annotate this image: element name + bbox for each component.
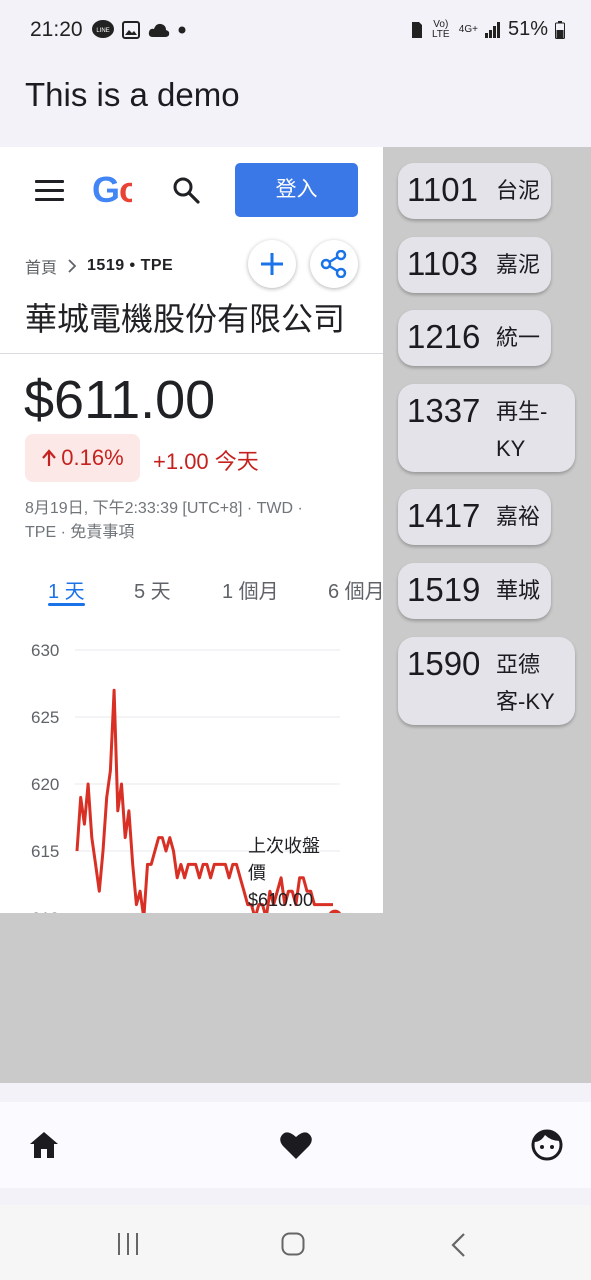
network-indicator: 4G+ xyxy=(458,24,478,35)
volte-indicator: Vo) LTE xyxy=(431,18,450,40)
signal-icon xyxy=(484,21,500,38)
breadcrumb-ticker: 1519 • TPE xyxy=(87,257,174,274)
stock-code: 1101 xyxy=(407,171,478,208)
image-icon xyxy=(122,21,140,39)
previous-close-label: $610.00 xyxy=(248,890,313,910)
price-chart[interactable]: 630 625 620 615 610 上次收盤價 $610.00 xyxy=(0,627,383,913)
app-title: This is a demo xyxy=(25,76,240,113)
clock: 21:20 xyxy=(30,18,83,41)
share-button[interactable] xyxy=(310,240,358,288)
change-percent-badge: 0.16% xyxy=(25,434,140,482)
heart-icon[interactable] xyxy=(279,1130,313,1160)
recents-icon[interactable] xyxy=(116,1232,140,1256)
menu-icon[interactable] xyxy=(35,180,64,202)
plus-icon xyxy=(261,253,283,275)
follow-button[interactable] xyxy=(248,240,296,288)
svg-text:LINE: LINE xyxy=(96,28,109,34)
last-price-point xyxy=(328,909,342,913)
meta-line-2[interactable]: TPE · 免責事項 xyxy=(25,521,355,545)
system-navigation-bar xyxy=(0,1205,591,1280)
stock-button-1337[interactable]: 1337 再生-KY xyxy=(398,384,575,472)
bottom-navigation xyxy=(0,1102,591,1188)
meta-line-1: 8月19日, 下午2:33:39 [UTC+8] · TWD · xyxy=(25,500,303,517)
previous-close-label: 價 xyxy=(248,863,266,883)
stock-code: 1590 xyxy=(407,645,481,682)
stock-button-1216[interactable]: 1216 統一 xyxy=(398,310,551,366)
y-tick-label: 610 xyxy=(31,909,59,913)
share-icon xyxy=(320,250,347,278)
stock-code: 1417 xyxy=(407,497,481,534)
content-area: Go 登入 首頁 1519 • TPE 華城電機股份有限公司 $611.00 0… xyxy=(0,147,591,1083)
y-tick-label: 620 xyxy=(31,775,59,794)
google-finance-webview[interactable]: Go 登入 首頁 1519 • TPE 華城電機股份有限公司 $611.00 0… xyxy=(0,147,383,913)
stock-button-1519[interactable]: 1519 華城 xyxy=(398,563,551,619)
stock-name: 嘉裕 xyxy=(496,504,541,529)
sim-icon xyxy=(411,21,422,38)
divider xyxy=(0,353,383,354)
y-tick-label: 625 xyxy=(31,708,59,727)
google-header: Go 登入 xyxy=(0,147,383,237)
stock-button-1103[interactable]: 1103 嘉泥 xyxy=(398,237,551,293)
active-tab-indicator xyxy=(48,603,85,606)
chevron-right-icon xyxy=(68,259,77,273)
home-icon[interactable] xyxy=(28,1130,60,1160)
stock-code: 1103 xyxy=(407,245,478,282)
tab-6-month[interactable]: 6 個月 xyxy=(328,575,383,604)
change-percent: 0.16% xyxy=(61,445,124,470)
stock-code: 1519 xyxy=(407,571,481,608)
face-icon[interactable] xyxy=(531,1129,563,1161)
google-logo[interactable]: Go xyxy=(92,169,132,209)
stock-name: 亞德客-KY xyxy=(496,652,555,714)
stock-name: 華城 xyxy=(496,578,541,603)
battery-icon xyxy=(555,20,565,39)
company-name: 華城電機股份有限公司 xyxy=(25,301,346,337)
line-app-icon: LINE xyxy=(92,20,114,38)
dot-icon xyxy=(178,26,186,34)
stock-code: 1337 xyxy=(407,392,481,429)
stock-name: 嘉泥 xyxy=(496,252,541,277)
stock-button-1101[interactable]: 1101 台泥 xyxy=(398,163,551,219)
tab-1-day[interactable]: 1 天 xyxy=(48,575,85,604)
stock-name: 統一 xyxy=(496,325,541,350)
arrow-up-icon xyxy=(42,449,57,466)
stock-price: $611.00 xyxy=(24,370,216,430)
login-button[interactable]: 登入 xyxy=(235,163,358,217)
y-tick-label: 615 xyxy=(31,842,59,861)
search-icon[interactable] xyxy=(172,176,200,204)
home-circle-icon[interactable] xyxy=(281,1232,305,1256)
battery-percent: 51% xyxy=(507,18,548,40)
price-line xyxy=(75,688,333,913)
status-bar: 21:20 LINE Vo) LTE 4G+ 51% xyxy=(0,0,591,60)
breadcrumb: 首頁 1519 • TPE xyxy=(25,254,173,278)
quote-meta: 8月19日, 下午2:33:39 [UTC+8] · TWD · TPE · 免… xyxy=(25,497,355,545)
y-tick-label: 630 xyxy=(31,641,59,660)
previous-close-label: 上次收盤 xyxy=(248,836,320,856)
change-absolute: +1.00 今天 xyxy=(153,449,259,474)
cloud-icon xyxy=(148,23,170,37)
stock-code: 1216 xyxy=(407,318,481,355)
breadcrumb-home[interactable]: 首頁 xyxy=(25,254,57,278)
stock-button-1417[interactable]: 1417 嘉裕 xyxy=(398,489,551,545)
stock-name: 再生-KY xyxy=(496,399,548,461)
back-icon[interactable] xyxy=(450,1232,468,1258)
stock-name: 台泥 xyxy=(496,178,541,203)
tab-5-day[interactable]: 5 天 xyxy=(134,575,171,604)
tab-1-month[interactable]: 1 個月 xyxy=(222,575,279,604)
stock-button-1590[interactable]: 1590 亞德客-KY xyxy=(398,637,575,725)
